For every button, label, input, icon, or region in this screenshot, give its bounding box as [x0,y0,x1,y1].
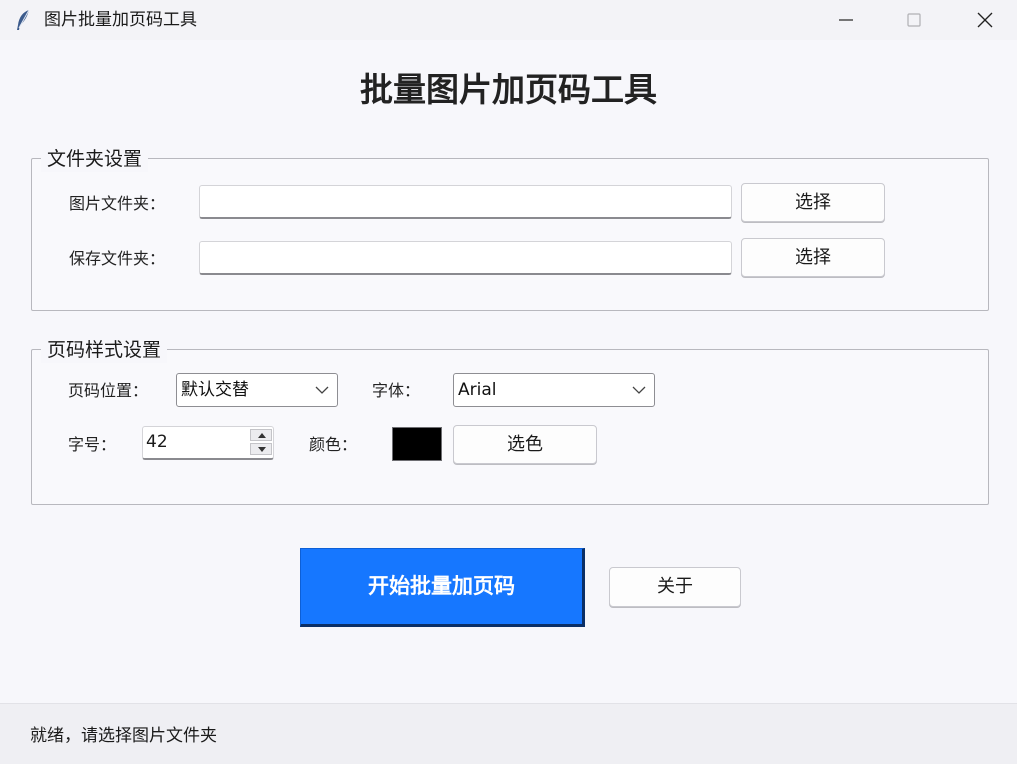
select-image-folder-button[interactable]: 选择 [741,183,885,222]
select-save-folder-button[interactable]: 选择 [741,238,885,277]
chevron-down-icon [632,386,646,394]
minimize-icon [839,19,853,21]
position-select-value: 默认交替 [181,380,249,400]
color-swatch [392,427,442,461]
position-label: 页码位置： [68,381,149,400]
size-label: 字号： [68,435,117,454]
close-icon [977,12,993,28]
window-title: 图片批量加页码工具 [44,10,197,30]
folder-settings-group [31,158,989,311]
color-label: 颜色： [309,435,358,454]
pick-color-button[interactable]: 选色 [453,425,597,464]
minimize-button[interactable] [823,0,869,40]
save-folder-input[interactable] [199,241,732,275]
page-title: 批量图片加页码工具 [360,70,657,109]
font-select[interactable]: Arial [453,373,655,407]
size-value: 42 [146,432,168,452]
feather-icon [17,9,30,30]
status-text: 就绪，请选择图片文件夹 [30,726,217,746]
arrow-up-icon [258,433,266,438]
folder-settings-title: 文件夹设置 [41,146,149,172]
app-window: 图片批量加页码工具 批量图片加页码工具 文件夹设置 图片文件夹： 选择 保存文件… [0,0,1017,764]
title-bar: 图片批量加页码工具 [0,0,1017,40]
font-label: 字体： [372,381,421,400]
maximize-button[interactable] [891,0,937,40]
maximize-icon [907,13,921,27]
style-settings-title: 页码样式设置 [41,337,168,363]
arrow-down-icon [258,447,266,452]
about-button[interactable]: 关于 [609,567,741,607]
size-stepper [250,429,272,457]
start-button[interactable]: 开始批量加页码 [300,548,585,627]
save-folder-label: 保存文件夹： [69,249,166,268]
position-select[interactable]: 默认交替 [176,373,338,407]
image-folder-input[interactable] [199,185,732,219]
size-spinbox[interactable]: 42 [142,426,274,460]
status-bar: 就绪，请选择图片文件夹 [0,703,1017,764]
font-select-value: Arial [458,380,497,400]
size-increment-button[interactable] [250,429,272,441]
chevron-down-icon [315,386,329,394]
close-button[interactable] [962,0,1008,40]
size-decrement-button[interactable] [250,443,272,455]
image-folder-label: 图片文件夹： [69,194,166,213]
